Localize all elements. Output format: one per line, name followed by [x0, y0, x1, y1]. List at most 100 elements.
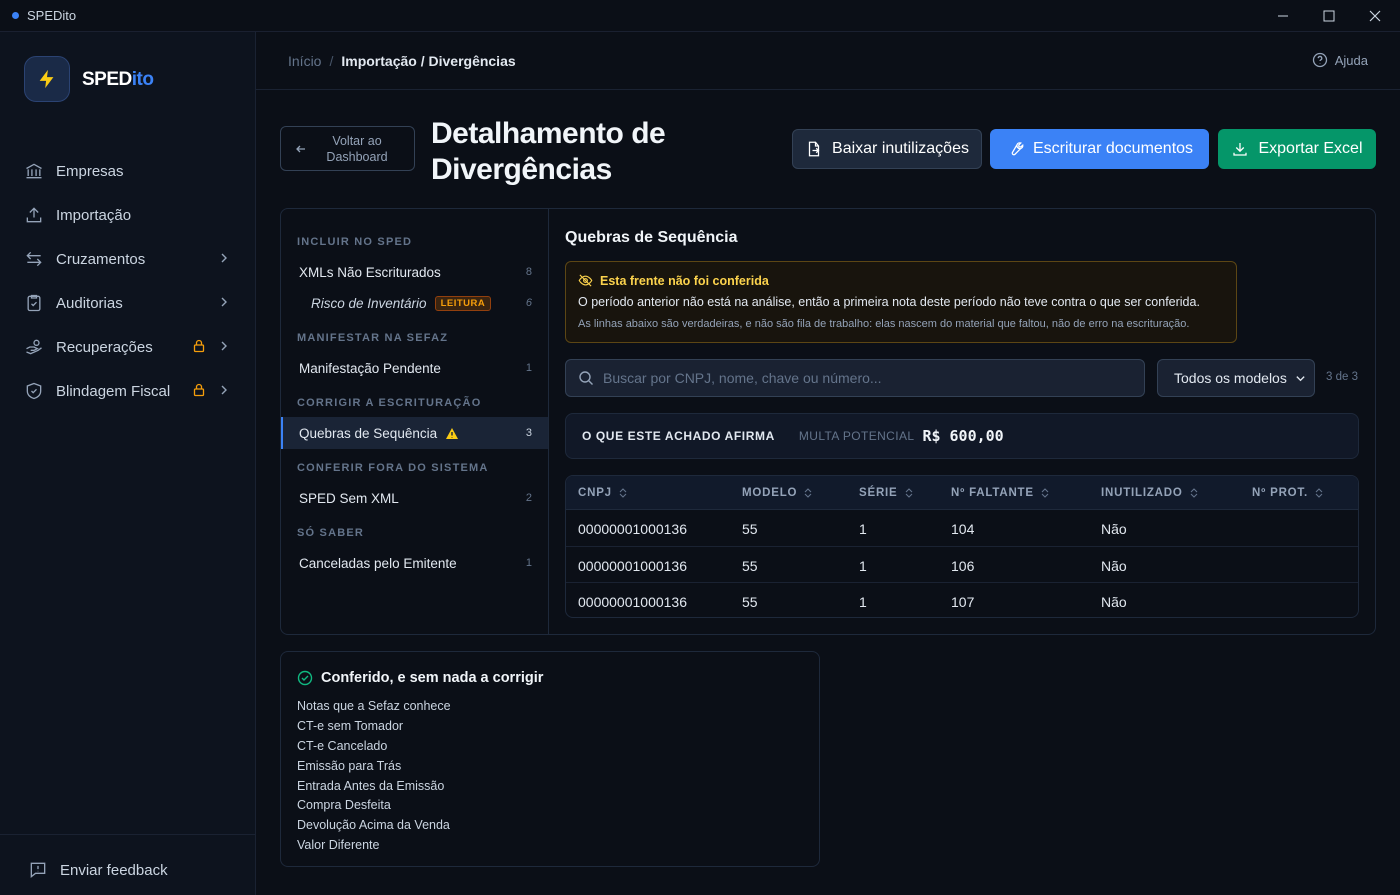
list-item: Valor Diferente: [297, 838, 380, 853]
back-to-dashboard-button[interactable]: Voltar ao Dashboard: [280, 126, 415, 171]
search-field[interactable]: [565, 359, 1145, 397]
detail-pane: Quebras de Sequência Esta frente não foi…: [565, 209, 1359, 634]
column-header-inutilizado[interactable]: INUTILIZADO: [1101, 487, 1198, 499]
sort-icon: [1041, 488, 1049, 498]
bank-icon: [26, 163, 42, 179]
sidebar-item-importacao[interactable]: Importação: [24, 197, 234, 233]
list-item-xmls-nao-escriturados[interactable]: XMLs Não Escriturados 8: [281, 256, 548, 288]
verified-list: Notas que a Sefaz conhece CT-e sem Tomad…: [297, 697, 451, 856]
list-item: CT-e sem Tomador: [297, 718, 404, 733]
result-count: 3 de 3: [1326, 371, 1358, 383]
hand-coins-icon: [26, 339, 42, 355]
list-item: Emissão para Trás: [297, 758, 402, 773]
minimize-icon[interactable]: [1260, 0, 1306, 32]
list-item-sped-sem-xml[interactable]: SPED Sem XML 2: [281, 482, 548, 514]
list-item-canceladas-emitente[interactable]: Canceladas pelo Emitente 1: [281, 547, 548, 579]
chevron-right-icon: [221, 385, 227, 395]
finding-claim-box: O QUE ESTE ACHADO AFIRMA MULTA POTENCIAL…: [565, 413, 1359, 459]
group-label: CONFERIR FORA DO SISTEMA: [297, 462, 489, 474]
chevron-right-icon: [221, 253, 227, 263]
export-excel-button[interactable]: Exportar Excel: [1218, 129, 1376, 169]
list-item-risco-inventario[interactable]: Risco de Inventário LEITURA 6: [281, 287, 548, 319]
table-row[interactable]: 00000001000136 55 1 107 Não: [566, 583, 1358, 617]
column-header-numero-faltante[interactable]: Nº FALTANTE: [951, 487, 1049, 499]
chevron-right-icon: [221, 341, 227, 351]
list-item: Entrada Antes da Emissão: [297, 778, 445, 793]
help-icon: [1312, 52, 1327, 68]
page-title: Detalhamento de Divergências: [431, 117, 666, 186]
sidebar-item-blindagem-fiscal[interactable]: Blindagem Fiscal: [24, 373, 234, 409]
table-header: CNPJ MODELO SÉRIE Nº FALTANTE INUTILIZAD…: [566, 476, 1358, 510]
shield-check-icon: [26, 382, 42, 400]
column-header-modelo[interactable]: MODELO: [742, 487, 812, 499]
gaps-table: CNPJ MODELO SÉRIE Nº FALTANTE INUTILIZAD…: [565, 475, 1359, 618]
title-bar: SPEDito: [0, 0, 1400, 32]
wrench-icon: [1011, 142, 1024, 156]
sidebar-item-empresas[interactable]: Empresas: [24, 153, 234, 189]
header-divider: [256, 89, 1400, 90]
sort-icon: [619, 488, 627, 498]
potential-fine-value: R$ 600,00: [922, 427, 1004, 445]
verified-panel: Conferido, e sem nada a corrigir Notas q…: [280, 651, 820, 867]
feedback-button[interactable]: Enviar feedback: [28, 860, 168, 880]
logo-icon: [24, 56, 70, 102]
sort-icon: [1190, 488, 1198, 498]
model-filter-select[interactable]: Todos os modelos: [1157, 359, 1315, 397]
message-icon: [30, 862, 46, 879]
logo-text: SPEDito: [82, 69, 154, 90]
download-inutilizacoes-button[interactable]: Baixar inutilizações: [792, 129, 982, 169]
divergences-panel: INCLUIR NO SPED XMLs Não Escriturados 8 …: [280, 208, 1376, 635]
list-item: Notas que a Sefaz conhece: [297, 699, 451, 713]
section-title: Quebras de Sequência: [565, 229, 738, 246]
sort-icon: [905, 488, 912, 498]
status-badge: LEITURA: [434, 295, 492, 311]
lock-icon: [193, 383, 205, 397]
search-input[interactable]: [603, 370, 1123, 386]
chevron-right-icon: [221, 297, 227, 307]
list-item: Devolução Acima da Venda: [297, 818, 450, 833]
lock-icon: [193, 339, 205, 353]
main-content: Início / Importação / Divergências Ajuda V…: [256, 32, 1400, 895]
table-row[interactable]: 00000001000136 55 1 104 Não: [566, 510, 1358, 547]
list-item: Compra Desfeita: [297, 798, 391, 813]
category-list: INCLUIR NO SPED XMLs Não Escriturados 8 …: [281, 209, 549, 634]
warning-text: O período anterior não está na análise, …: [578, 295, 1200, 309]
sidebar-item-cruzamentos[interactable]: Cruzamentos: [24, 241, 234, 277]
column-header-serie[interactable]: SÉRIE: [859, 487, 913, 499]
download-icon: [1233, 143, 1248, 156]
group-label: CORRIGIR A ESCRITURAÇÃO: [297, 397, 482, 409]
warning-callout: Esta frente não foi conferida O período …: [565, 261, 1237, 343]
list-item-manifestacao-pendente[interactable]: Manifestação Pendente 1: [281, 352, 548, 384]
sidebar-item-auditorias[interactable]: Auditorias: [24, 285, 234, 321]
warning-icon: [446, 427, 459, 439]
help-button[interactable]: Ajuda: [1312, 52, 1368, 68]
verified-heading: Conferido, e sem nada a corrigir: [321, 670, 544, 686]
breadcrumb-home[interactable]: Início: [288, 53, 321, 69]
list-item: CT-e Cancelado: [297, 738, 388, 753]
escriturar-documentos-button[interactable]: Escriturar documentos: [990, 129, 1209, 169]
app-title: SPEDito: [27, 8, 77, 23]
chevron-down-icon: [1296, 376, 1305, 382]
group-label: INCLUIR NO SPED: [297, 236, 413, 248]
sidebar-item-recuperacoes[interactable]: Recuperações: [24, 329, 234, 365]
breadcrumb-current: Importação / Divergências: [341, 53, 516, 69]
check-circle-icon: [297, 670, 313, 686]
list-item-quebras-sequencia[interactable]: Quebras de Sequência 3: [281, 417, 548, 449]
group-label: SÓ SABER: [297, 527, 365, 539]
clipboard-check-icon: [27, 294, 41, 312]
warning-note: As linhas abaixo são verdadeiras, e não …: [578, 318, 1190, 330]
breadcrumb: Início / Importação / Divergências: [288, 53, 516, 69]
group-label: MANIFESTAR NA SEFAZ: [297, 332, 449, 344]
table-row[interactable]: 00000001000136 55 1 106 Não: [566, 547, 1358, 583]
column-header-numero-protocolo[interactable]: Nº PROT.: [1252, 487, 1323, 499]
sort-icon: [1315, 488, 1323, 498]
sidebar: SPEDito Empresas Importação Cruzamentos …: [0, 32, 256, 895]
close-icon[interactable]: [1352, 0, 1398, 32]
arrows-swap-icon: [26, 251, 42, 267]
column-header-cnpj[interactable]: CNPJ: [578, 487, 627, 499]
maximize-icon[interactable]: [1306, 0, 1352, 32]
sort-icon: [804, 488, 812, 498]
search-icon: [579, 371, 593, 385]
warning-heading: Esta frente não foi conferida: [600, 273, 769, 288]
eye-off-icon: [578, 274, 593, 287]
